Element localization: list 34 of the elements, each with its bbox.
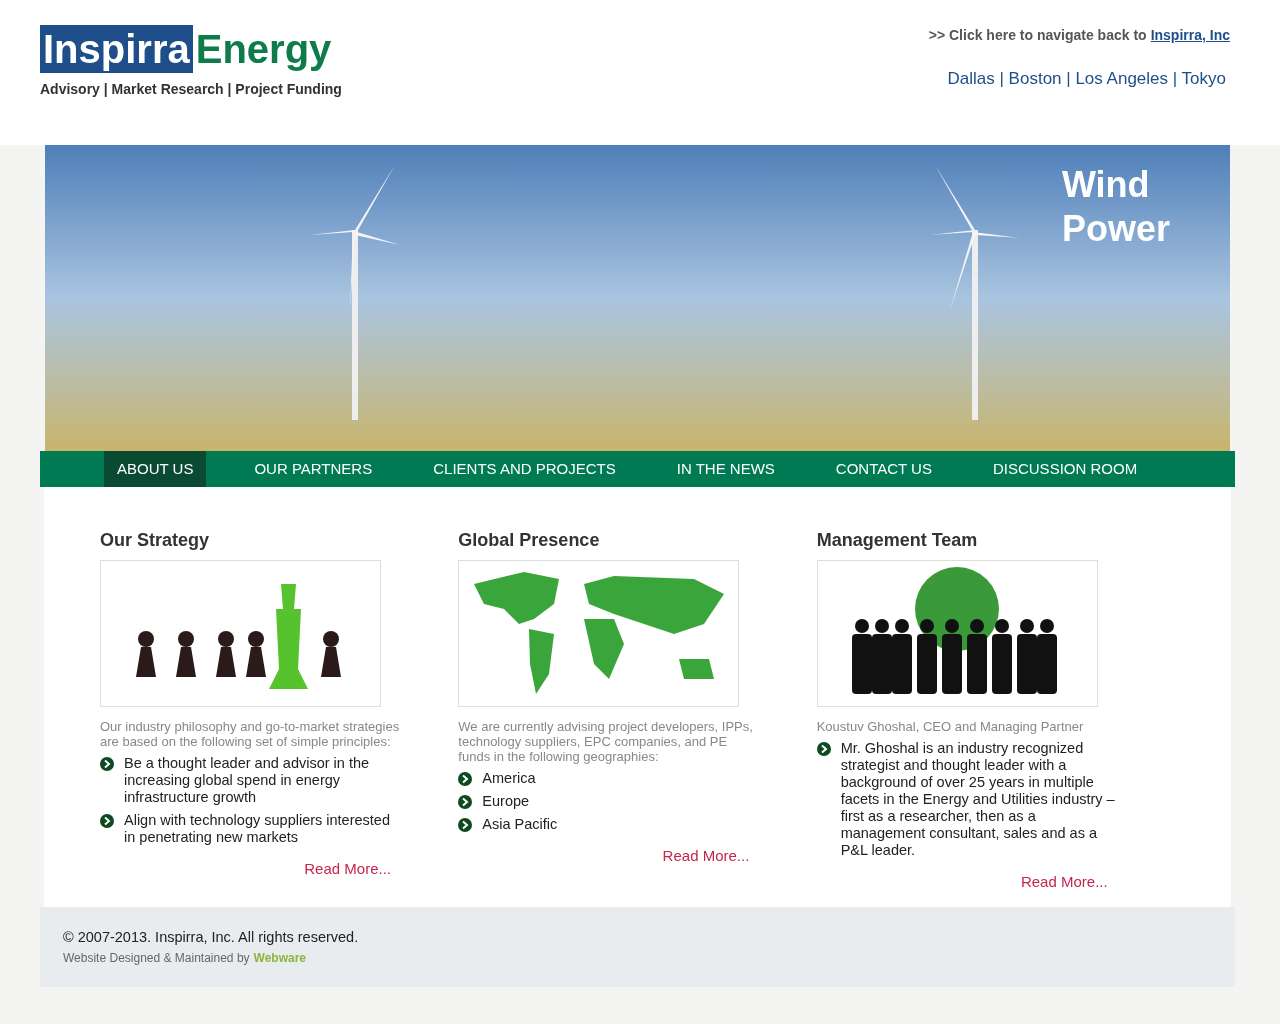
chevron-bullet-icon <box>458 818 473 832</box>
section-heading: Management Team <box>816 529 979 552</box>
nav-tab[interactable]: CONTACT US <box>822 451 945 487</box>
nav-tab[interactable]: DISCUSSION ROOM <box>979 451 1151 487</box>
intro-text: Our industry philosophy and go-to-market strategies are based on the following set of simple principles: <box>100 719 400 749</box>
read-more-link[interactable]: Read More... <box>1020 871 1108 894</box>
back-link-label: >> Click here to navigate back to <box>928 26 1147 45</box>
bullet-text: Be a thought leader and advisor in the increasing global spend in energy infrastructure growth <box>124 755 371 806</box>
banner-caption: Wind Power <box>1061 163 1170 251</box>
section-heading: Global Presence <box>458 529 601 552</box>
credit-text: Website Designed & Maintained by <box>63 949 250 967</box>
chevron-bullet-icon <box>100 814 114 828</box>
nav-tab[interactable]: CLIENTS AND PROJECTS <box>420 451 629 487</box>
section-heading: Our Strategy <box>100 529 211 552</box>
chevron-bullet-icon <box>458 772 473 786</box>
intro-text: We are currently advising project developers, IPPs, technology suppliers, EPC companies, and PE funds in the following geographies: <box>458 719 754 764</box>
nav-tab[interactable]: OUR PARTNERS <box>241 451 386 487</box>
read-more-link[interactable]: Read More... <box>304 858 391 881</box>
intro-text: Koustuv Ghoshal, CEO and Managing Partner <box>816 719 1085 734</box>
bullet-text: America <box>482 770 537 787</box>
nav-tab[interactable]: ABOUT US <box>104 451 207 487</box>
office-locations: Dallas | Boston | Los Angeles | Tokyo <box>947 68 1227 90</box>
read-more-link[interactable]: Read More... <box>662 845 750 868</box>
bullet-text: Align with technology suppliers interested in penetrating new markets <box>124 812 391 846</box>
chevron-bullet-icon <box>816 742 831 756</box>
copyright-text: © 2007-2013. Inspirra, Inc. All rights reserved. <box>63 928 360 948</box>
nav-tab[interactable]: IN THE NEWS <box>663 451 788 487</box>
bullet-text: Europe <box>482 793 531 810</box>
bullet-text: Asia Pacific <box>482 816 559 833</box>
chevron-bullet-icon <box>100 757 114 771</box>
tagline: Advisory | Market Research | Project Funding <box>40 80 342 99</box>
chevron-bullet-icon <box>458 795 473 809</box>
bullet-text: Mr. Ghoshal is an industry recognized strategist and thought leader with a background of over 25 years in multiple facets in the Energy and Utilities industry – first as a researcher, then as a management consultant, sales and as a P&L leader. <box>840 740 1116 859</box>
back-link[interactable]: Inspirra, Inc <box>1150 25 1230 46</box>
